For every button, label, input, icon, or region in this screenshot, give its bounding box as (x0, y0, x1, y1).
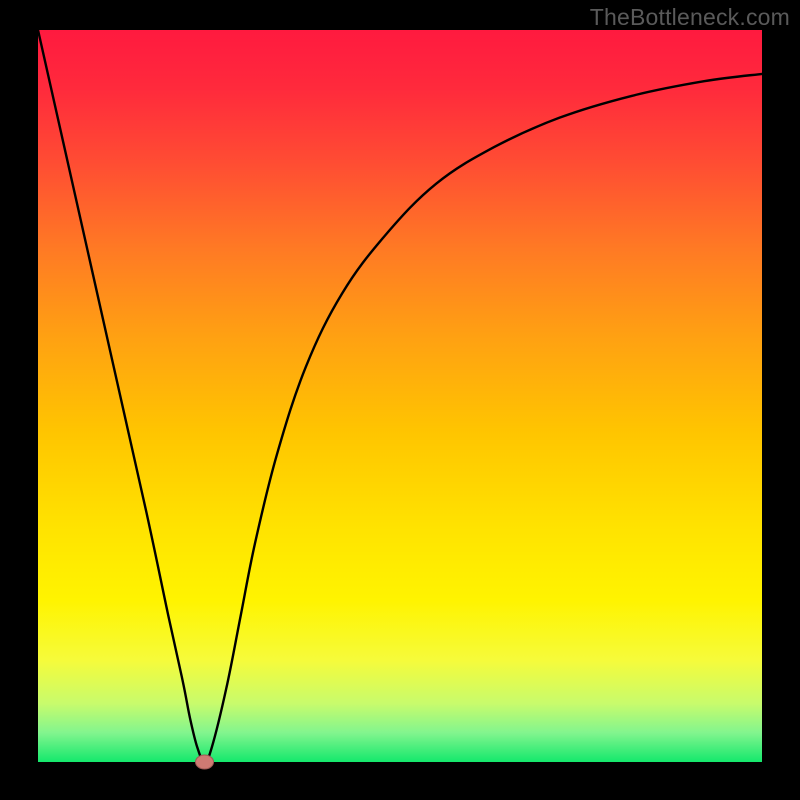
chart-frame: TheBottleneck.com (0, 0, 800, 800)
bottleneck-chart (0, 0, 800, 800)
optimum-marker (196, 755, 214, 769)
watermark-text: TheBottleneck.com (590, 4, 790, 31)
chart-gradient-bg (38, 30, 762, 762)
